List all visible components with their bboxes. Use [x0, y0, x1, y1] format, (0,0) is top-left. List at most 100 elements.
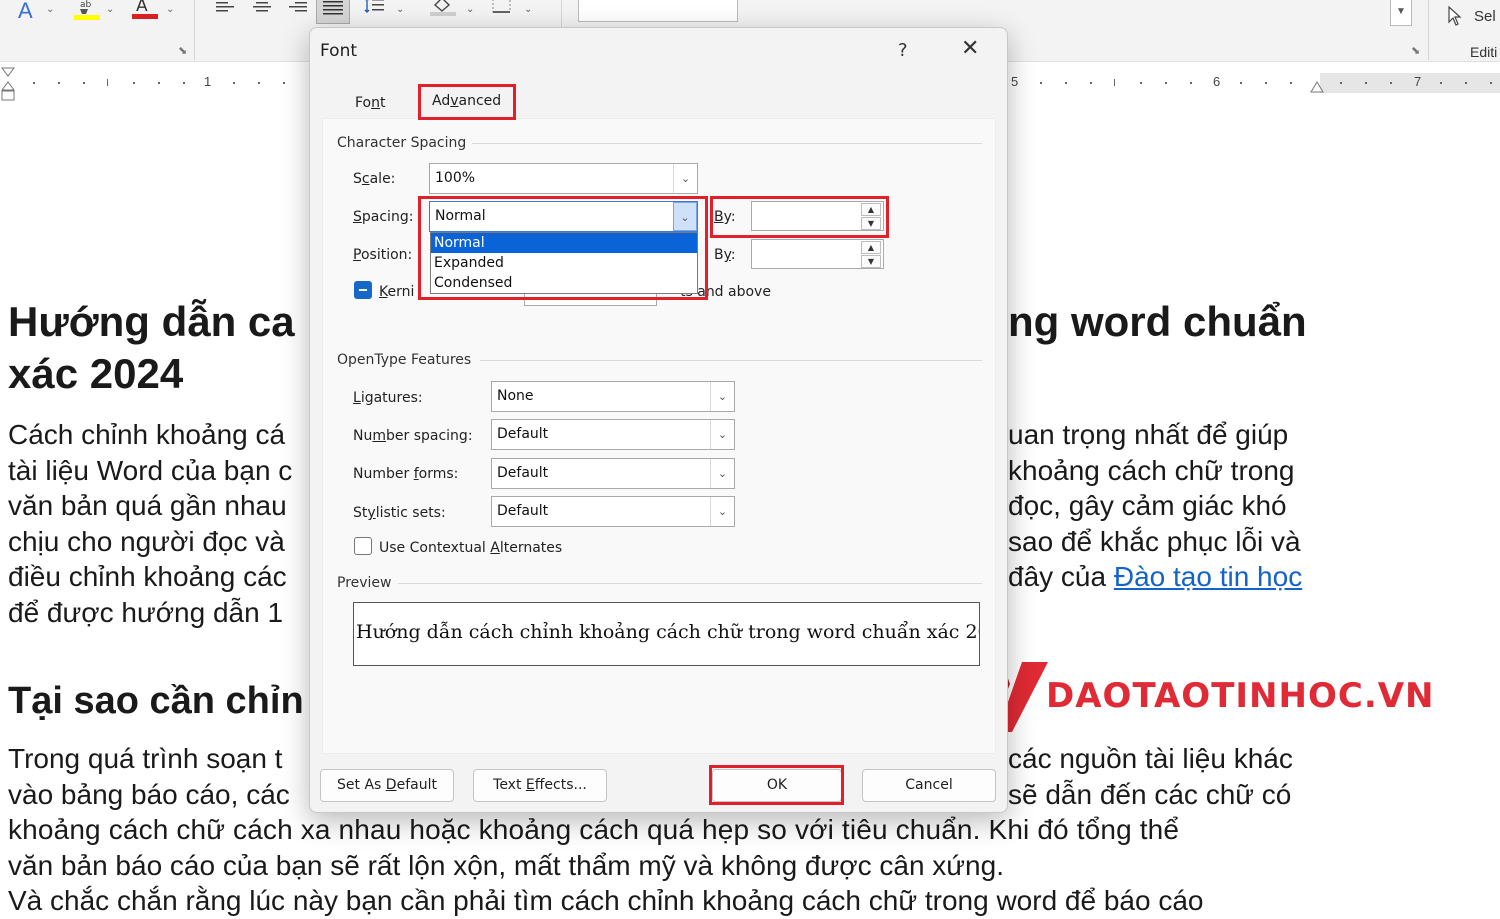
paragraph-line: văn bản báo cáo của bạn sẽ rất lộn xộn, … — [8, 849, 1004, 881]
document-paragraph2-right: các nguồn tài liệu khác sẽ dẫn đến các c… — [1008, 741, 1293, 812]
ruler-right-margin — [1320, 73, 1500, 93]
text-effects-button[interactable]: Text Effects... — [473, 769, 607, 802]
line-spacing-icon[interactable] — [364, 0, 386, 18]
paragraph-line: Cách chỉnh khoảng cá — [8, 419, 286, 450]
highlight-chevron-icon[interactable]: ⌄ — [106, 4, 114, 15]
position-by-spinner[interactable]: ▲ ▼ — [751, 239, 884, 269]
paragraph-line: đọc, gây cảm giác khó — [1008, 490, 1287, 521]
right-indent-marker-icon[interactable] — [1310, 77, 1324, 98]
ligatures-dropdown[interactable]: None ⌄ — [491, 381, 735, 412]
watermark: DAOTAOTINHOC.VN — [968, 658, 1434, 738]
paragraph-line: văn bản quá gần nhau — [8, 490, 287, 521]
number-spacing-value: Default — [497, 426, 549, 442]
line-spacing-chevron-icon[interactable]: ⌄ — [396, 4, 404, 15]
paragraph-line-text: đây của — [1008, 561, 1114, 592]
align-left-icon[interactable] — [216, 0, 236, 16]
stylistic-sets-value: Default — [497, 503, 549, 519]
chevron-down-icon[interactable]: ⌄ — [673, 164, 697, 193]
contextual-alternates-checkbox[interactable] — [354, 537, 372, 555]
paragraph-line: vào bảng báo cáo, các — [8, 778, 290, 810]
text-effects-icon[interactable]: A — [18, 0, 33, 24]
ruler-number: 1 — [204, 74, 212, 89]
scale-value: 100% — [435, 170, 476, 186]
cancel-button[interactable]: Cancel — [862, 769, 996, 802]
text-effects-chevron-icon[interactable]: ⌄ — [46, 4, 54, 15]
highlight-icon[interactable]: ab — [74, 0, 100, 24]
group-divider — [398, 583, 982, 584]
chevron-down-icon[interactable]: ⌄ — [710, 382, 734, 411]
spacing-label: Spacing: — [353, 209, 414, 225]
section-heading: Tại sao cần chỉn — [8, 680, 304, 722]
dao-tao-tin-hoc-link[interactable]: Đào tạo tin học — [1114, 561, 1302, 592]
document-heading-right: ng word chuẩn — [1008, 298, 1307, 345]
contextual-alternates-label: Use Contextual Alternates — [379, 540, 563, 556]
group-divider — [480, 360, 982, 361]
chevron-down-icon[interactable]: ⌄ — [710, 459, 734, 488]
paragraph-line: chịu cho người đọc và — [8, 525, 285, 557]
paragraph-line: khoảng cách chữ cách xa nhau hoặc khoảng… — [8, 814, 1180, 845]
advanced-tab-highlight — [418, 84, 516, 120]
align-center-icon[interactable] — [252, 0, 272, 16]
paragraph-line: Trong quá trình soạn t — [8, 743, 283, 774]
paragraph-line: điều chỉnh khoảng các — [8, 561, 287, 592]
chevron-down-icon[interactable]: ⌄ — [710, 420, 734, 449]
styles-scroll-icon[interactable]: ▼ — [1390, 0, 1412, 26]
styles-dialog-launcher-icon[interactable]: ⬊ — [1411, 44, 1420, 57]
number-forms-dropdown[interactable]: Default ⌄ — [491, 458, 735, 489]
spin-up-icon[interactable]: ▲ — [861, 241, 881, 254]
document-paragraph2-full: khoảng cách chữ cách xa nhau hoặc khoảng… — [8, 812, 1318, 919]
font-dialog: Font ? ✕ Font Advanced Character Spacing… — [309, 27, 1008, 813]
font-dialog-launcher-icon[interactable]: ⬊ — [178, 44, 187, 57]
watermark-text: DAOTAOTINHOC.VN — [1046, 676, 1435, 716]
document-heading: Hướng dẫn ca — [8, 298, 295, 345]
align-right-icon[interactable] — [287, 0, 307, 16]
close-icon[interactable]: ✕ — [961, 36, 979, 61]
ruler-number: 7 — [1414, 74, 1422, 89]
number-forms-label: Number forms: — [353, 466, 459, 482]
number-spacing-label: Number spacing: — [353, 428, 473, 444]
spin-down-icon[interactable]: ▼ — [861, 255, 881, 268]
ok-button-highlight — [709, 765, 844, 805]
preview-text: Hướng dẫn cách chỉnh khoảng cách chữ tro… — [356, 621, 980, 643]
position-by-label: By: — [714, 247, 736, 263]
number-spacing-dropdown[interactable]: Default ⌄ — [491, 419, 735, 450]
ruler-number: 5 — [1011, 74, 1019, 89]
paragraph-line: tài liệu Word của bạn c — [8, 454, 293, 486]
position-label: Position: — [353, 247, 413, 263]
stylistic-sets-dropdown[interactable]: Default ⌄ — [491, 496, 735, 527]
help-button[interactable]: ? — [898, 40, 908, 61]
tab-font[interactable]: Font — [355, 95, 386, 111]
indent-marker-icon[interactable] — [1, 66, 15, 107]
set-as-default-button[interactable]: Set As Default — [320, 769, 454, 802]
document-heading-line2: xác 2024 — [8, 350, 184, 397]
group-divider — [472, 143, 982, 144]
paragraph-line: sẽ dẫn đến các chữ có — [1008, 778, 1292, 810]
font-color-chevron-icon[interactable]: ⌄ — [166, 4, 174, 15]
ruler-number: 6 — [1213, 74, 1221, 89]
chevron-down-icon[interactable]: ⌄ — [710, 497, 734, 526]
opentype-group-label: OpenType Features — [337, 352, 472, 368]
styles-gallery[interactable] — [578, 0, 738, 22]
scale-dropdown[interactable]: 100% ⌄ — [429, 163, 698, 194]
editing-group-label: Editi — [1470, 44, 1498, 60]
shading-icon[interactable] — [430, 0, 456, 20]
svg-text:A: A — [136, 0, 148, 16]
spacing-dropdown-highlight — [418, 196, 708, 300]
select-icon[interactable] — [1448, 5, 1462, 30]
paragraph-line: khoảng cách chữ trong — [1008, 454, 1295, 486]
paragraph-line: đây của Đào tạo tin học — [1008, 559, 1302, 595]
kerning-checkbox[interactable] — [354, 281, 372, 299]
character-spacing-group-label: Character Spacing — [337, 135, 467, 151]
borders-chevron-icon[interactable]: ⌄ — [524, 4, 532, 15]
preview-group-label: Preview — [337, 575, 392, 591]
justify-icon[interactable] — [316, 0, 350, 24]
borders-icon[interactable] — [492, 0, 512, 18]
paragraph-line: để được hướng dẫn 1 — [8, 596, 284, 628]
select-button-label[interactable]: Sel — [1474, 8, 1496, 25]
dialog-title: Font — [320, 41, 358, 61]
shading-chevron-icon[interactable]: ⌄ — [466, 4, 474, 15]
document-paragraph2-left: Trong quá trình soạn t vào bảng báo cáo,… — [8, 741, 290, 812]
kerning-label: Kerni — [379, 284, 415, 300]
font-color-icon[interactable]: A — [132, 0, 158, 23]
paragraph-line: Và chắc chắn rằng lúc này bạn cần phải t… — [8, 885, 1204, 916]
